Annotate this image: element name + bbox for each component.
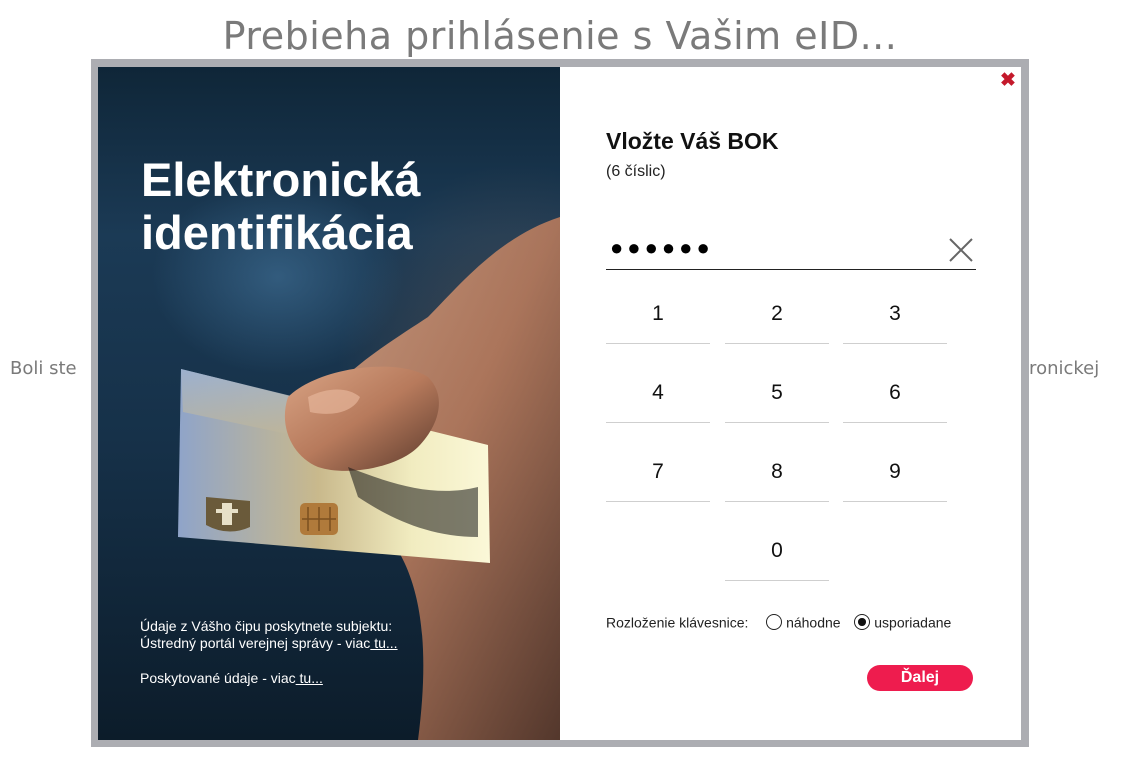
promo-title: Elektronická identifikácia xyxy=(141,153,421,259)
keypad-key-1[interactable]: 1 xyxy=(606,285,710,344)
layout-random-radio[interactable] xyxy=(766,614,783,631)
promo-title-line2: identifikácia xyxy=(141,206,413,259)
keypad-key-8[interactable]: 8 xyxy=(725,443,829,502)
keyboard-layout-selector: Rozloženie klávesnice: náhodne usporiada… xyxy=(606,613,951,633)
layout-random-label[interactable]: náhodne xyxy=(786,614,841,630)
bok-heading: Vložte Váš BOK xyxy=(606,128,779,154)
more-info-link-data[interactable]: tu... xyxy=(296,670,323,686)
keypad-key-3[interactable]: 3 xyxy=(843,285,947,344)
layout-ordered-radio[interactable] xyxy=(854,614,871,631)
keypad-key-4[interactable]: 4 xyxy=(606,364,710,423)
bok-subheading: (6 číslic) xyxy=(606,163,666,180)
clear-icon[interactable] xyxy=(948,237,974,263)
background-text-right: tronickej xyxy=(1022,358,1100,379)
eid-promo-panel: Elektronická identifikácia Údaje z Vášho… xyxy=(98,67,560,740)
bok-masked-value: ●●●●●● xyxy=(610,235,714,260)
background-text-left: Boli ste xyxy=(10,358,77,379)
keypad-key-9[interactable]: 9 xyxy=(843,443,947,502)
more-info-link-portal[interactable]: tu... xyxy=(370,635,397,651)
info-line-2: Ústredný portál verejnej správy - viac t… xyxy=(140,635,398,651)
keypad-key-2[interactable]: 2 xyxy=(725,285,829,344)
layout-ordered-label[interactable]: usporiadane xyxy=(874,614,951,630)
keypad-key-5[interactable]: 5 xyxy=(725,364,829,423)
bok-entry-panel: ✖ Vložte Váš BOK (6 číslic) ●●●●●● 1 2 3… xyxy=(560,67,1021,740)
keypad-key-0[interactable]: 0 xyxy=(725,522,829,581)
keypad-key-6[interactable]: 6 xyxy=(843,364,947,423)
bok-input[interactable]: ●●●●●● xyxy=(606,233,976,270)
keyboard-layout-label: Rozloženie klávesnice: xyxy=(606,614,749,631)
close-icon[interactable]: ✖ xyxy=(1000,71,1016,90)
next-button[interactable]: Ďalej xyxy=(867,665,973,691)
promo-title-line1: Elektronická xyxy=(141,153,421,206)
data-provision-info: Údaje z Vášho čipu poskytnete subjektu: … xyxy=(140,618,398,652)
page-title: Prebieha prihlásenie s Vašim eID... xyxy=(222,14,898,58)
info-line-3: Poskytované údaje - viac xyxy=(140,670,296,686)
provided-data-info: Poskytované údaje - viac tu... xyxy=(140,670,323,687)
info-line-1: Údaje z Vášho čipu poskytnete subjektu: xyxy=(140,618,393,634)
keypad-key-7[interactable]: 7 xyxy=(606,443,710,502)
